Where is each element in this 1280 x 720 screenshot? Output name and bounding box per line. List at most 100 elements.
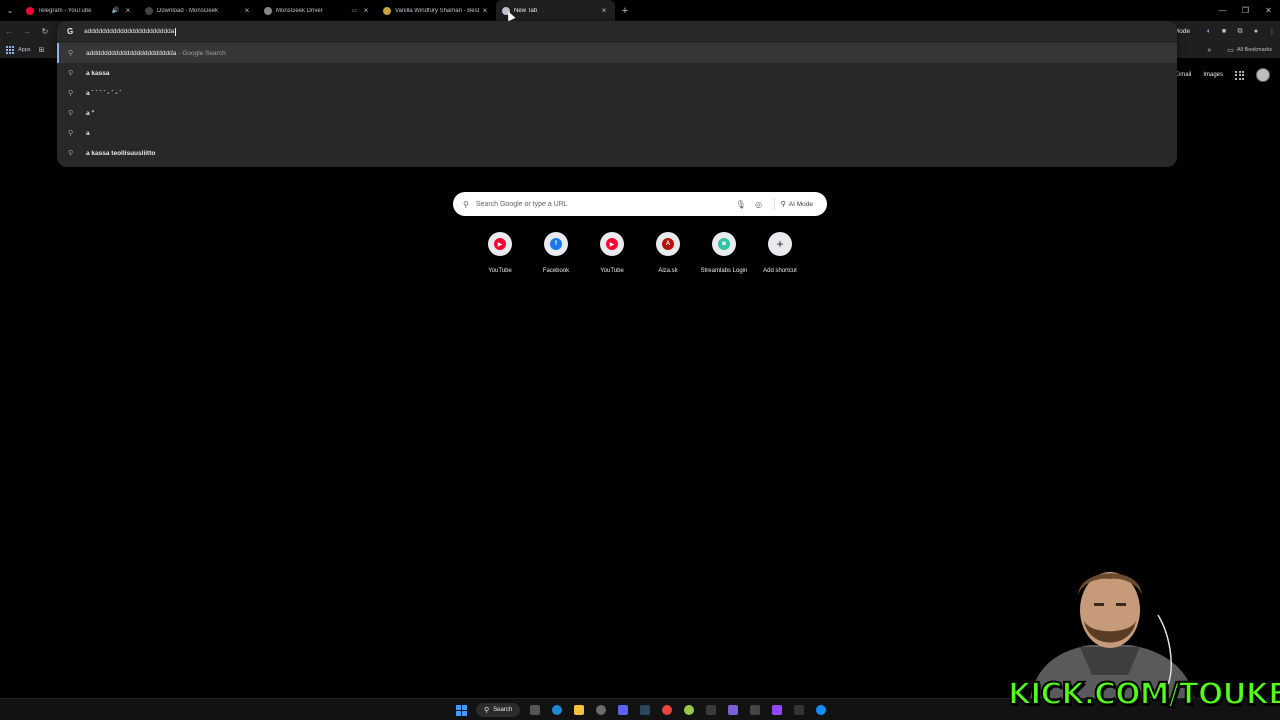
ai-mode-search-button[interactable]: ⚲ AI Mode <box>773 198 819 210</box>
suggestion-list: ⚲ addddddddddddddddddddddda - Google Sea… <box>57 43 1177 163</box>
lens-camera-icon[interactable]: ◎ <box>750 200 768 209</box>
new-tab-button[interactable]: + <box>615 5 635 17</box>
close-icon[interactable]: × <box>361 6 371 15</box>
file-explorer-icon[interactable] <box>568 699 590 720</box>
youtube-icon: ▶ <box>494 238 506 250</box>
xbox-icon[interactable] <box>678 699 700 720</box>
suggestion-item[interactable]: ⚲ addddddddddddddddddddddda - Google Sea… <box>57 43 1177 63</box>
close-icon[interactable]: × <box>599 6 609 15</box>
tab-favicon-2 <box>264 6 272 15</box>
shortcut-circle: f <box>544 232 568 256</box>
tab-2[interactable]: MonsGeek Driver ▭ × <box>258 0 377 21</box>
steam-settings-icon[interactable] <box>590 699 612 720</box>
edge-icon[interactable] <box>546 699 568 720</box>
restore-icon[interactable]: ❐ <box>1234 0 1257 21</box>
profile-icon[interactable]: ● <box>1248 28 1264 35</box>
apps-bookmark[interactable]: Apps <box>6 46 31 54</box>
search-icon: ⚲ <box>68 50 74 57</box>
audio-icon[interactable]: ◖ <box>1200 28 1216 35</box>
tab-title: Download - MonsGeek <box>157 7 219 14</box>
chrome-icon[interactable] <box>656 699 678 720</box>
suggestion-item[interactable]: ⚲ a " <box>57 103 1177 123</box>
google-g-icon: G <box>67 27 74 36</box>
capture-icon[interactable] <box>788 699 810 720</box>
start-button[interactable] <box>450 699 472 720</box>
chevron-down-icon: ⌄ <box>6 6 14 15</box>
taskbar-search[interactable]: ⚲ Search <box>476 703 521 717</box>
alza-icon: A <box>662 238 674 250</box>
shortcut-label: YouTube <box>600 268 624 274</box>
search-icon: ⚲ <box>463 199 469 209</box>
suggestion-item[interactable]: ⚲ a kassa <box>57 63 1177 83</box>
shortcut-streamlabs[interactable]: ◙ Streamlabs Login <box>696 232 752 274</box>
suggestion-subtext: - Google Search <box>178 49 226 57</box>
microphone-icon[interactable]: 🎙 <box>732 200 750 209</box>
suggestion-item[interactable]: ⚲ a ` ` ` ` - ` - ` <box>57 83 1177 103</box>
tab-0[interactable]: Telegram - YouTube 🔊 × <box>20 0 139 21</box>
discord-icon[interactable] <box>612 699 634 720</box>
tab-groups-icon[interactable]: ⊞ <box>39 46 45 54</box>
shortcut-alza[interactable]: A Alza.sk <box>640 232 696 274</box>
tab-3[interactable]: Vanilla Windfury Shaman - Best × <box>377 0 496 21</box>
omnibox-input[interactable]: G addddddddddddddddddddddda <box>57 21 1117 42</box>
close-icon[interactable]: × <box>242 6 252 15</box>
gmail-link[interactable]: Gmail <box>1176 72 1192 78</box>
facebook-icon: f <box>550 238 562 250</box>
plus-icon: + <box>776 237 784 251</box>
avatar[interactable] <box>1256 68 1270 82</box>
search-icon: ⚲ <box>484 707 490 714</box>
close-window-icon[interactable]: ✕ <box>1257 0 1280 21</box>
suggestion-item[interactable]: ⚲ a kassa teollisuusliitto <box>57 143 1177 163</box>
close-icon[interactable]: × <box>123 6 133 15</box>
puzzle-icon[interactable]: ⧉ <box>1232 28 1248 36</box>
search-icon: ⚲ <box>68 90 74 97</box>
reload-icon[interactable]: ↻ <box>36 27 54 36</box>
stream-app-icon[interactable] <box>766 699 788 720</box>
tab-title: Vanilla Windfury Shaman - Best <box>395 7 480 14</box>
shortcut-circle: ▶ <box>488 232 512 256</box>
chevron-right-icon[interactable]: » <box>1207 47 1211 54</box>
calculator-icon[interactable] <box>700 699 722 720</box>
menu-icon[interactable]: ⋮ <box>1264 28 1280 36</box>
ntp-search-box[interactable]: ⚲ Search Google or type a URL 🎙 ◎ ⚲ AI M… <box>453 192 827 216</box>
minimize-icon[interactable]: — <box>1211 0 1234 21</box>
speaker-icon[interactable]: 🔊 <box>112 7 119 14</box>
close-icon[interactable]: × <box>480 6 490 15</box>
forward-arrow-icon[interactable]: → <box>18 27 36 36</box>
plus-icon: + <box>621 4 629 17</box>
extension-icon[interactable]: ■ <box>1216 28 1232 35</box>
suggestion-text: a ` ` ` ` - ` - ` <box>86 89 122 97</box>
obs-icon[interactable] <box>722 699 744 720</box>
bookmarks-right: » ▭ All Bookmarks <box>1207 42 1272 58</box>
taskbar-search-label: Search <box>493 707 513 713</box>
tab-search-button[interactable]: ⌄ <box>0 0 20 21</box>
search-placeholder: Search Google or type a URL <box>475 200 568 208</box>
tab-favicon-3 <box>383 6 391 15</box>
youtube-icon: ▶ <box>606 238 618 250</box>
task-view-icon[interactable] <box>524 699 546 720</box>
all-bookmarks-button[interactable]: All Bookmarks <box>1237 47 1272 53</box>
back-arrow-icon[interactable]: ← <box>0 27 18 36</box>
ai-search-icon: ⚲ <box>780 201 786 208</box>
picture-in-picture-icon[interactable]: ▭ <box>351 7 357 14</box>
shortcut-youtube-2[interactable]: ▶ YouTube <box>584 232 640 274</box>
taskbar-apps: ⚲ Search <box>450 699 832 720</box>
google-apps-icon[interactable] <box>1235 70 1244 80</box>
tab-title: Telegram - YouTube <box>38 7 92 14</box>
tab-1[interactable]: Download - MonsGeek × <box>139 0 258 21</box>
shortcut-facebook[interactable]: f Facebook <box>528 232 584 274</box>
battlenet-icon[interactable] <box>810 699 832 720</box>
suggestion-text: a kassa <box>86 69 110 77</box>
app-icon[interactable] <box>744 699 766 720</box>
window-controls: — ❐ ✕ <box>1211 0 1280 21</box>
streamlabs-icon: ◙ <box>718 238 730 250</box>
shortcut-label: Alza.sk <box>658 268 678 274</box>
shortcut-label: Streamlabs Login <box>700 268 748 274</box>
add-shortcut-button[interactable]: + Add shortcut <box>752 232 808 274</box>
shortcut-youtube[interactable]: ▶ YouTube <box>472 232 528 274</box>
shortcut-circle: A <box>656 232 680 256</box>
steam-icon[interactable] <box>634 699 656 720</box>
suggestion-item[interactable]: ⚲ a <box>57 123 1177 143</box>
images-link[interactable]: Images <box>1203 72 1223 78</box>
windows-logo-icon <box>455 704 467 716</box>
